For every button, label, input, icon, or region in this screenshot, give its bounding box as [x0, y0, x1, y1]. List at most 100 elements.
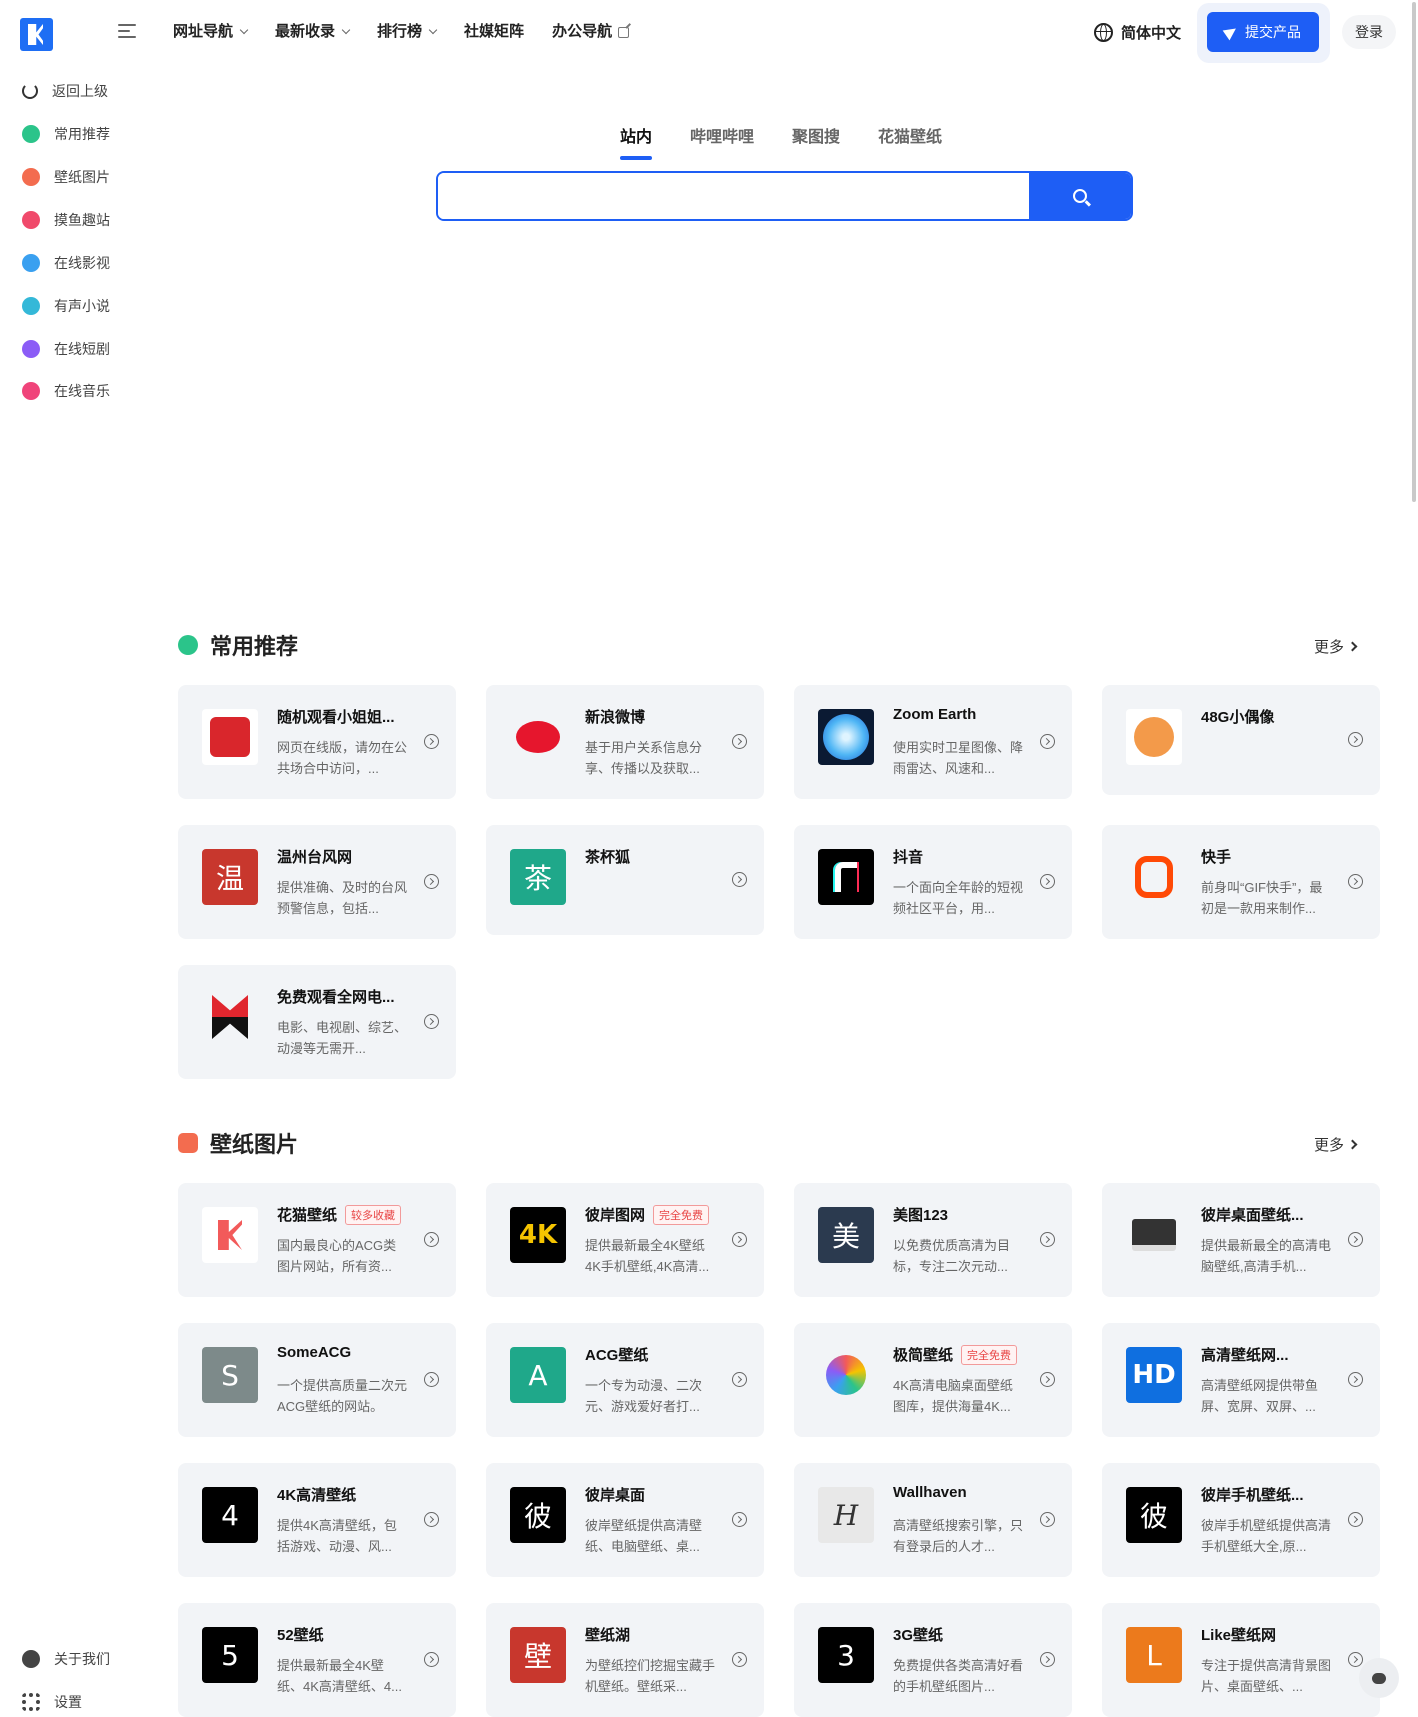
sidebar-item-5[interactable]: 有声小说 [22, 295, 110, 317]
card-desc: 为壁纸控们挖掘宝藏手机壁纸。壁纸采... [585, 1658, 716, 1694]
submit-product-button[interactable]: 提交产品 [1207, 12, 1319, 52]
earth-swirl-icon [818, 709, 874, 765]
site-card[interactable]: 抖音 一个面向全年龄的短视频社区平台，用... [794, 825, 1072, 939]
sidebar-item-3[interactable]: 摸鱼趣站 [22, 209, 110, 231]
site-card[interactable]: 4 4K高清壁纸 提供4K高清壁纸，包括游戏、动漫、风... [178, 1463, 456, 1577]
arrow-circle-right-icon[interactable] [424, 1372, 439, 1387]
site-card[interactable]: 随机观看小姐姐... 网页在线版，请勿在公共场合中访问，... [178, 685, 456, 799]
sidebar-item-7[interactable]: 在线音乐 [22, 380, 110, 402]
arrow-circle-right-icon[interactable] [1348, 1232, 1363, 1247]
site-card[interactable]: 彼岸桌面壁纸... 提供最新最全的高清电脑壁纸,高清手机... [1102, 1183, 1380, 1297]
letter-icon: A [510, 1347, 566, 1403]
nav-item-office[interactable]: 办公导航 [552, 20, 630, 44]
site-card[interactable]: A ACG壁纸 一个专为动漫、二次元、游戏爱好者打... [486, 1323, 764, 1437]
site-card[interactable]: 快手 前身叫“GIF快手”，最初是一款用来制作... [1102, 825, 1380, 939]
site-card[interactable]: S SomeACG 一个提供高质量二次元ACG壁纸的网站。 [178, 1323, 456, 1437]
arrow-circle-right-icon[interactable] [424, 1512, 439, 1527]
card-desc: 提供最新最全的高清电脑壁纸,高清手机... [1201, 1238, 1332, 1274]
main-nav: 网址导航 最新收录 排行榜 社媒矩阵 办公导航 [173, 20, 657, 44]
more-link[interactable]: 更多 [1314, 1134, 1358, 1155]
arrow-circle-right-icon[interactable] [424, 1652, 439, 1667]
external-link-icon [618, 26, 630, 38]
search-tab-1[interactable]: 哔哩哔哩 [690, 126, 754, 150]
arrow-circle-right-icon[interactable] [732, 734, 747, 749]
arrow-circle-right-icon[interactable] [732, 1652, 747, 1667]
site-card[interactable]: 3 3G壁纸 免费提供各类高清好看的手机壁纸图片... [794, 1603, 1072, 1717]
site-card[interactable]: 花猫壁纸 较多收藏 国内最良心的ACG类图片网站，所有资... [178, 1183, 456, 1297]
arrow-circle-right-icon[interactable] [1348, 1652, 1363, 1667]
site-card[interactable]: 茶 茶杯狐 [486, 825, 764, 935]
card-title: 抖音 [893, 849, 924, 866]
site-card[interactable]: 美 美图123 以免费优质高清为目标，专注二次元动... [794, 1183, 1072, 1297]
search-tab-3[interactable]: 花猫壁纸 [878, 126, 942, 150]
nav-item-sites[interactable]: 网址导航 [173, 20, 249, 44]
arrow-circle-right-icon[interactable] [424, 1232, 439, 1247]
sidebar-item-2[interactable]: 壁纸图片 [22, 166, 110, 188]
nav-item-social[interactable]: 社媒矩阵 [464, 20, 524, 44]
card-title: 花猫壁纸 较多收藏 [277, 1204, 402, 1225]
sidebar-item-0[interactable]: 返回上级 [22, 80, 108, 102]
login-button[interactable]: 登录 [1342, 15, 1396, 49]
site-card[interactable]: 新浪微博 基于用户关系信息分享、传播以及获取... [486, 685, 764, 799]
sidebar-item-6[interactable]: 在线短剧 [22, 338, 110, 360]
nav-item-ranking[interactable]: 排行榜 [377, 20, 438, 44]
sidebar-bottom-0[interactable]: 关于我们 [22, 1648, 110, 1670]
heart-app-icon-glyph [210, 717, 250, 757]
site-card[interactable]: 温 温州台风网 提供准确、及时的台风预警信息，包括... [178, 825, 456, 939]
arrow-circle-right-icon[interactable] [1040, 1652, 1055, 1667]
sidebar-item-1[interactable]: 常用推荐 [22, 123, 110, 145]
arrow-circle-right-icon[interactable] [424, 734, 439, 749]
arrow-circle-right-icon[interactable] [1040, 1372, 1055, 1387]
chat-support-button[interactable] [1359, 1658, 1399, 1698]
card-title: 新浪微博 [585, 709, 646, 726]
site-card[interactable]: 壁 壁纸湖 为壁纸控们挖掘宝藏手机壁纸。壁纸采... [486, 1603, 764, 1717]
card-desc: 高清壁纸搜索引擎，只有登录后的人才... [893, 1518, 1024, 1554]
site-card[interactable]: 48G小偶像 [1102, 685, 1380, 795]
site-card[interactable]: 极简壁纸 完全免费 4K高清电脑桌面壁纸图库，提供海量4K... [794, 1323, 1072, 1437]
tv-icon [22, 340, 40, 358]
arrow-circle-right-icon[interactable] [732, 1232, 747, 1247]
arrow-circle-right-icon[interactable] [1040, 734, 1055, 749]
site-card[interactable]: 免费观看全网电... 电影、电视剧、综艺、动漫等无需开... [178, 965, 456, 1079]
site-card[interactable]: 彼 彼岸手机壁纸... 彼岸手机壁纸提供高清手机壁纸大全,原... [1102, 1463, 1380, 1577]
language-switch[interactable]: 简体中文 [1094, 20, 1181, 44]
arrow-circle-right-icon[interactable] [732, 1512, 747, 1527]
more-link[interactable]: 更多 [1314, 636, 1358, 657]
card-desc: 提供最新最全4K壁纸 4K手机壁纸,4K高清... [585, 1238, 710, 1274]
arrow-circle-right-icon[interactable] [1040, 1232, 1055, 1247]
sidebar-bottom-1[interactable]: 设置 [22, 1691, 82, 1713]
site-card[interactable]: 4K 彼岸图网 完全免费 提供最新最全4K壁纸 4K手机壁纸,4K高清... [486, 1183, 764, 1297]
site-card[interactable]: L Like壁纸网 专注于提供高清背景图片、桌面壁纸、... [1102, 1603, 1380, 1717]
site-card[interactable]: 5 52壁纸 提供最新最全4K壁纸、4K高清壁纸、4... [178, 1603, 456, 1717]
search-tab-2[interactable]: 聚图搜 [792, 126, 840, 150]
arrow-circle-right-icon[interactable] [424, 874, 439, 889]
search-input[interactable] [438, 173, 1029, 219]
arrow-circle-right-icon[interactable] [1040, 1512, 1055, 1527]
site-card[interactable]: 彼 彼岸桌面 彼岸壁纸提供高清壁纸、电脑壁纸、桌... [486, 1463, 764, 1577]
arrow-circle-right-icon[interactable] [732, 1372, 747, 1387]
card-title: 3G壁纸 [893, 1627, 944, 1644]
top-header: 网址导航 最新收录 排行榜 社媒矩阵 办公导航 简体中文 提交产品 登录 [0, 0, 1418, 64]
search-button[interactable] [1029, 173, 1131, 219]
card-desc: 网页在线版，请勿在公共场合中访问，... [277, 740, 408, 776]
site-logo[interactable] [20, 18, 53, 51]
search-tab-0[interactable]: 站内 [620, 126, 653, 160]
menu-toggle-icon[interactable] [118, 24, 136, 38]
card-title: 温州台风网 [277, 849, 353, 866]
arrow-circle-right-icon[interactable] [732, 872, 747, 887]
letter-icon: 彼 [1126, 1487, 1182, 1543]
sidebar-item-4[interactable]: 在线影视 [22, 252, 110, 274]
arrow-circle-right-icon[interactable] [1040, 874, 1055, 889]
arrow-circle-right-icon[interactable] [1348, 874, 1363, 889]
arrow-circle-right-icon[interactable] [1348, 732, 1363, 747]
site-card[interactable]: HD 高清壁纸网... 高清壁纸网提供带鱼屏、宽屏、双屏、... [1102, 1323, 1380, 1437]
nav-item-latest[interactable]: 最新收录 [275, 20, 351, 44]
arrow-circle-right-icon[interactable] [424, 1014, 439, 1029]
card-title: 茶杯狐 [585, 849, 631, 866]
scrollbar[interactable] [1412, 2, 1416, 502]
arrow-circle-right-icon[interactable] [1348, 1512, 1363, 1527]
site-card[interactable]: H Wallhaven 高清壁纸搜索引擎，只有登录后的人才... [794, 1463, 1072, 1577]
arrow-circle-right-icon[interactable] [1348, 1372, 1363, 1387]
card-title: 52壁纸 [277, 1627, 324, 1644]
site-card[interactable]: Zoom Earth 使用实时卫星图像、降雨雷达、风速和... [794, 685, 1072, 799]
